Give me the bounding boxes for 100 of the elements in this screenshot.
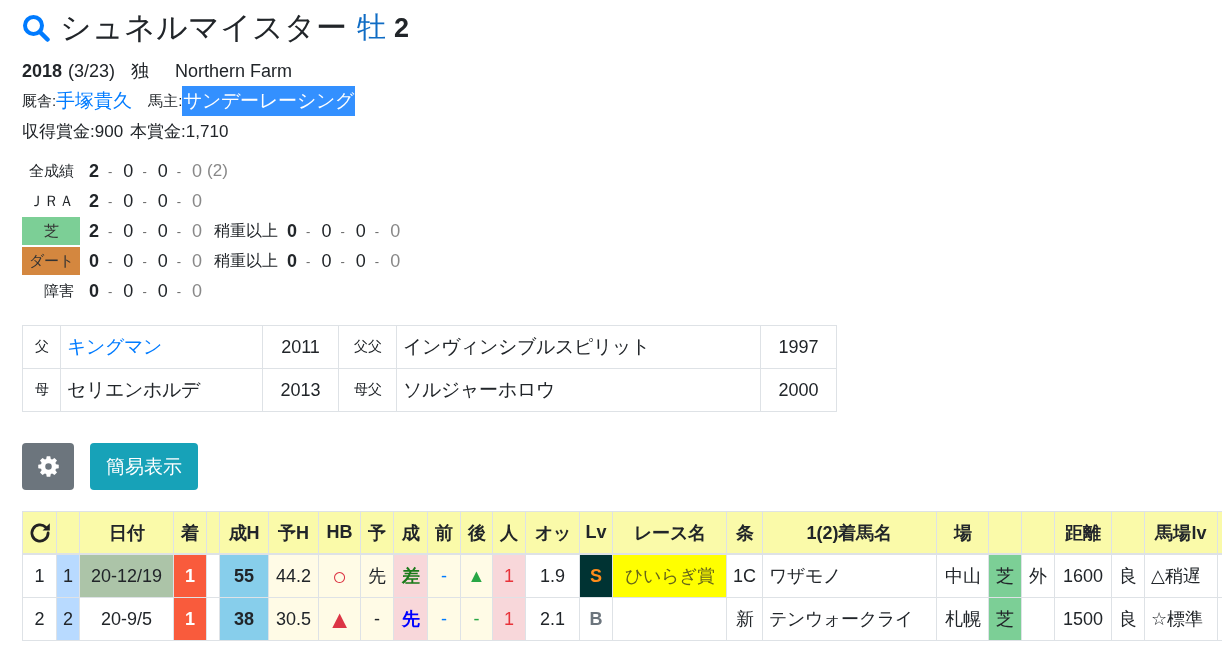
table-cell: 20-9/5	[79, 597, 174, 641]
record-count: 0	[157, 280, 168, 302]
column-header: 前	[427, 511, 461, 554]
table-cell: 38	[219, 597, 269, 641]
pedigree-cell: ソルジャーホロウ	[396, 368, 761, 412]
column-header	[1021, 511, 1055, 554]
column-header: レース名	[612, 511, 727, 554]
record-separator: -	[374, 253, 380, 269]
prize-money: 本賞金:1,710	[130, 120, 229, 143]
surface-badge: ダート	[22, 247, 80, 275]
breeder-name: Northern Farm	[175, 60, 293, 82]
record-count: 0	[321, 220, 332, 242]
record-separator: -	[142, 223, 147, 239]
record-count: 0	[157, 250, 168, 272]
record-separator: -	[108, 163, 113, 179]
birth-year: 2018	[22, 60, 63, 82]
record-count: 0	[157, 160, 168, 182]
table-cell: 良	[1111, 554, 1145, 598]
record-separator: -	[340, 253, 345, 269]
column-header: 1(2)着馬名	[762, 511, 937, 554]
record-count: 0	[123, 160, 134, 182]
table-cell: 20-12/19	[79, 554, 174, 598]
record-count: 0	[287, 250, 298, 272]
search-icon[interactable]	[22, 14, 50, 42]
record-count: 0	[157, 190, 168, 212]
relation-label: 父	[22, 325, 61, 369]
table-cell: ○	[318, 554, 361, 598]
pedigree-cell: セリエンホルデ	[60, 368, 263, 412]
record-count: 0	[192, 160, 203, 182]
column-header: 予	[360, 511, 394, 554]
table-cell: 55	[219, 554, 269, 598]
record-separator: -	[176, 193, 182, 209]
prize-money: 収得賞金:900	[22, 120, 124, 143]
column-header: 後	[460, 511, 493, 554]
record-separator: -	[108, 223, 113, 239]
horse-link[interactable]: キングマン	[67, 336, 162, 357]
year-cell: 2000	[760, 368, 837, 412]
trainer-link[interactable]: 手塚貴久	[56, 88, 133, 114]
table-cell: 1C	[726, 554, 763, 598]
record-count: 0	[355, 220, 366, 242]
record-separator: -	[142, 283, 147, 299]
settings-button[interactable]	[22, 443, 74, 490]
column-header: 予H	[268, 511, 319, 554]
table-cell: 札幌	[936, 597, 989, 641]
horse-name: シュネルマイスター	[60, 9, 347, 47]
table-cell: B	[579, 597, 613, 641]
owner-link[interactable]: サンデーレーシング	[182, 86, 356, 116]
record-count: 0	[123, 250, 134, 272]
record-note: (2)	[207, 161, 228, 181]
simple-view-button[interactable]: 簡易表示	[90, 443, 198, 490]
record-label: ＪＲＡ	[28, 191, 75, 211]
record-count: 2	[89, 220, 99, 242]
year-cell: 2011	[262, 325, 339, 369]
record-separator: -	[176, 163, 182, 179]
table-cell: 中山	[936, 554, 989, 598]
record-separator: -	[108, 193, 113, 209]
year-cell: 2013	[262, 368, 339, 412]
record-separator: -	[306, 253, 311, 269]
reload-icon[interactable]	[28, 521, 51, 544]
record-count: 0	[355, 250, 366, 272]
field-label: 馬主:	[148, 91, 183, 111]
column-header: 人	[492, 511, 526, 554]
column-header: Lv	[579, 511, 613, 554]
birth-date: (3/23)	[68, 60, 116, 82]
table-cell: 先	[393, 597, 428, 641]
column-header: 成	[393, 511, 428, 554]
table-cell: 30.5	[268, 597, 319, 641]
column-header: オッ	[525, 511, 580, 554]
record-count: 2	[89, 190, 99, 212]
record-separator: -	[306, 223, 311, 239]
record-count: 0	[157, 220, 168, 242]
column-header	[1217, 511, 1222, 554]
relation-label: 父父	[338, 325, 397, 369]
record-separator: -	[108, 253, 113, 269]
table-cell: 外	[1021, 554, 1055, 598]
table-cell: 1500	[1054, 597, 1112, 641]
column-header: 場	[936, 511, 989, 554]
table-cell: ☆標準	[1144, 597, 1218, 641]
year-cell: 1997	[760, 325, 837, 369]
record-count: 2	[89, 160, 99, 182]
table-cell: テンウォークライ	[762, 597, 937, 641]
record-count: 0	[123, 220, 134, 242]
origin-country: 独	[131, 60, 150, 83]
record-count: 0	[192, 190, 203, 212]
record-separator: -	[374, 223, 380, 239]
record-separator: -	[142, 163, 147, 179]
record-count: 0	[123, 280, 134, 302]
table-cell: 2	[22, 597, 57, 641]
relation-label: 母父	[338, 368, 397, 412]
field-label: 厩舎:	[22, 91, 57, 109]
table-cell: 良	[1111, 597, 1145, 641]
record-count: 0	[390, 220, 401, 242]
record-count: 0	[192, 220, 203, 242]
table-cell: 差	[393, 554, 428, 598]
column-header: 条	[726, 511, 763, 554]
record-separator: -	[176, 223, 182, 239]
table-cell: 1	[22, 554, 57, 598]
record-separator: -	[176, 283, 182, 299]
record-count: 0	[89, 280, 99, 302]
record-count: 0	[123, 190, 134, 212]
